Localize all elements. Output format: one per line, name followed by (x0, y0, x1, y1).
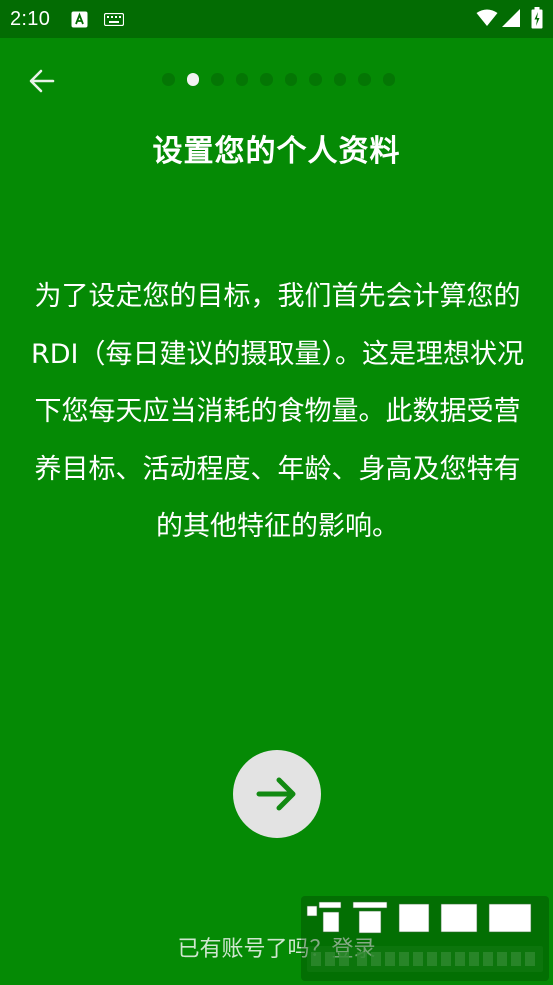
setup-profile-screen: 设置您的个人资料 为了设定您的目标，我们首先会计算您的 RDI（每日建议的摄取量… (0, 38, 553, 985)
pagination-dot (260, 73, 273, 86)
arrow-left-icon[interactable] (26, 65, 58, 97)
arrow-right-icon (256, 777, 296, 811)
status-time: 2:10 (10, 8, 51, 30)
pagination-dot (333, 73, 346, 86)
pagination-dot (358, 73, 371, 86)
keyboard-icon (104, 13, 124, 26)
pagination-dot (284, 73, 297, 86)
pagination-dot (211, 73, 224, 86)
wifi-icon (476, 9, 498, 26)
watermark (301, 896, 549, 981)
a-letter-icon (71, 11, 88, 28)
next-button[interactable] (233, 750, 321, 838)
pagination-dot (309, 73, 322, 86)
pagination-dot-active (186, 73, 199, 86)
page-title: 设置您的个人资料 (152, 134, 401, 169)
pagination-dots (162, 73, 395, 87)
description-text: 为了设定您的目标，我们首先会计算您的 RDI（每日建议的摄取量）。这是理想状况下… (30, 281, 524, 542)
status-bar: 2:10 (0, 0, 553, 38)
pagination-dot (162, 73, 175, 86)
signal-icon (502, 9, 520, 27)
pagination-dot (235, 73, 248, 86)
battery-icon (531, 7, 543, 29)
pagination-dot (382, 73, 395, 86)
